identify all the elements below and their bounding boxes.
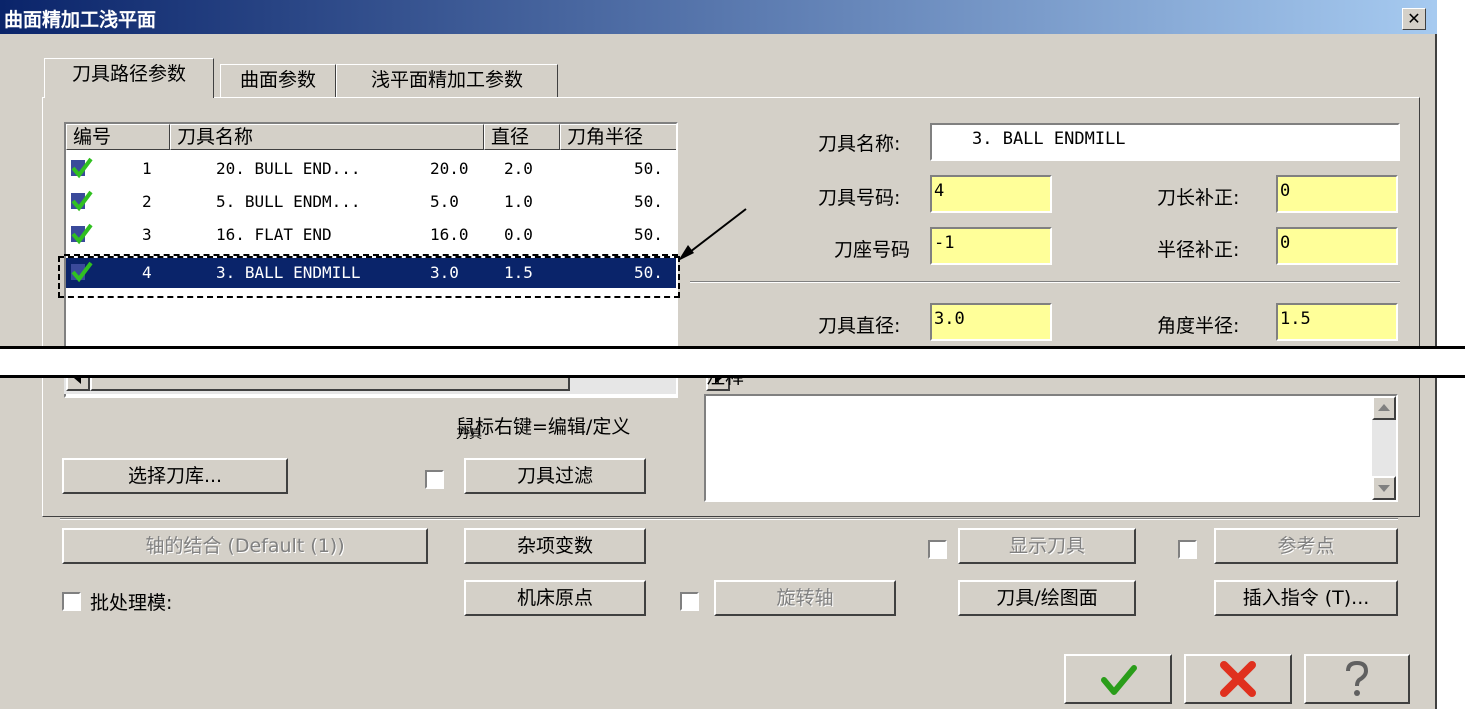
tool-check-icon	[71, 223, 93, 245]
annotation-arrow	[678, 208, 747, 261]
tool-number-label: 刀具号码:	[818, 187, 901, 209]
tool-check-icon	[71, 157, 93, 179]
tool-name-cell: 16. FLAT END	[216, 225, 332, 244]
tool-name-cell: 3. BALL ENDMILL	[216, 263, 361, 282]
row-divider-dotted	[64, 254, 678, 256]
radius-offset-label: 半径补正:	[1157, 239, 1240, 261]
tool-diameter-field[interactable]: 3.0	[930, 303, 1052, 341]
tool-diameter-cell: 3.0	[430, 263, 459, 282]
tool-number-cell: 3	[142, 225, 152, 244]
notes-vertical-scrollbar[interactable]	[1372, 396, 1396, 500]
machine-home-button[interactable]: 机床原点	[464, 580, 646, 616]
red-x-icon	[1220, 661, 1256, 697]
checkmark-icon	[1101, 665, 1137, 695]
holder-number-field[interactable]: -1	[930, 227, 1052, 265]
table-row[interactable]: 4 3. BALL ENDMILL 3.0 1.5 50.	[66, 258, 676, 288]
tool-diameter-cell: 20.0	[430, 159, 469, 178]
tool-length-cell: 50.	[634, 159, 663, 178]
column-header-diameter[interactable]: 直径	[484, 124, 560, 150]
tool-corner-radius-cell: 1.0	[504, 192, 533, 211]
table-row[interactable]: 3 16. FLAT END 16.0 0.0 50.	[66, 220, 676, 250]
rotary-axis-button[interactable]: 旋转轴	[714, 580, 896, 616]
tool-plane-button[interactable]: 刀具/绘图面	[958, 580, 1136, 616]
tool-name-cell: 20. BULL END...	[216, 159, 361, 178]
notes-textarea[interactable]	[704, 394, 1398, 502]
column-header-number[interactable]: 编号	[66, 124, 170, 150]
title-bar: 曲面精加工浅平面	[0, 0, 1437, 34]
notes-scroll-down-arrow[interactable]	[1372, 476, 1396, 500]
question-mark-icon	[1346, 660, 1369, 696]
show-tool-button[interactable]: 显示刀具	[958, 528, 1136, 564]
tool-filter-button[interactable]: 刀具过滤	[464, 458, 646, 494]
show-tool-checkbox[interactable]	[928, 540, 947, 559]
rotary-axis-checkbox[interactable]	[680, 592, 699, 611]
select-library-button[interactable]: 选择刀库...	[62, 458, 288, 494]
insert-command-button[interactable]: 插入指令 (T)...	[1214, 580, 1398, 616]
tool-name-cell: 5. BULL ENDM...	[216, 192, 361, 211]
help-button[interactable]	[1304, 654, 1410, 704]
tab-surface-parameters[interactable]: 曲面参数	[220, 64, 336, 98]
column-header-tool-name[interactable]: 刀具名称	[170, 124, 484, 150]
tool-number-cell: 2	[142, 192, 152, 211]
tool-number-field[interactable]: 4	[930, 175, 1052, 213]
tool-list-header: 编号 刀具名称 直径 刀角半径 长度	[66, 124, 676, 150]
table-row[interactable]: 2 5. BULL ENDM... 5.0 1.0 50.	[66, 187, 676, 217]
length-offset-label: 刀长补正:	[1157, 187, 1240, 209]
tool-diameter-label: 刀具直径:	[818, 315, 901, 337]
ok-button[interactable]	[1064, 654, 1172, 704]
tool-check-icon	[71, 261, 93, 283]
batch-mode-label: 批处理模:	[90, 592, 173, 614]
batch-mode-checkbox[interactable]	[62, 592, 81, 611]
tool-length-cell: 50.	[634, 192, 663, 211]
tool-number-cell: 4	[142, 263, 152, 282]
reference-point-button[interactable]: 参考点	[1214, 528, 1398, 564]
corner-radius-label: 角度半径:	[1157, 315, 1240, 337]
length-offset-field[interactable]: 0	[1276, 175, 1398, 213]
tool-check-icon	[71, 190, 93, 212]
image-cut-band	[0, 346, 1465, 378]
notes-scroll-up-arrow[interactable]	[1372, 396, 1396, 420]
tool-diameter-cell: 16.0	[430, 225, 469, 244]
tool-name-label: 刀具名称:	[818, 133, 901, 155]
tool-corner-radius-cell: 0.0	[504, 225, 533, 244]
cancel-button[interactable]	[1184, 654, 1292, 704]
holder-number-label: 刀座号码	[834, 239, 911, 261]
fields-separator	[690, 281, 1400, 283]
tool-filter-checkbox[interactable]	[425, 470, 444, 489]
axis-combination-button[interactable]: 轴的结合 (Default (1))	[62, 528, 428, 564]
tool-corner-radius-cell: 1.5	[504, 263, 533, 282]
close-button[interactable]: ✕	[1402, 8, 1426, 30]
column-header-corner-radius[interactable]: 刀角半径	[560, 124, 676, 150]
right-click-hint: 鼠标右键=编辑/定义	[456, 416, 631, 438]
radius-offset-field[interactable]: 0	[1276, 227, 1398, 265]
right-click-hint-overflow: 刀具	[456, 428, 483, 439]
tool-diameter-cell: 5.0	[430, 192, 459, 211]
tool-name-field[interactable]: 3. BALL ENDMILL	[930, 123, 1400, 161]
tool-number-cell: 1	[142, 159, 152, 178]
corner-radius-field[interactable]: 1.5	[1276, 303, 1398, 341]
tab-toolpath-parameters[interactable]: 刀具路径参数	[44, 58, 214, 98]
table-row[interactable]: 1 20. BULL END... 20.0 2.0 50.	[66, 154, 676, 184]
tool-length-cell: 50.	[634, 263, 663, 282]
misc-values-button[interactable]: 杂项变数	[464, 528, 646, 564]
buttons-separator	[60, 518, 1398, 520]
tool-length-cell: 50.	[634, 225, 663, 244]
tab-shallow-finish-parameters[interactable]: 浅平面精加工参数	[336, 64, 558, 98]
reference-point-checkbox[interactable]	[1178, 540, 1197, 559]
window-title: 曲面精加工浅平面	[4, 9, 157, 31]
tool-corner-radius-cell: 2.0	[504, 159, 533, 178]
